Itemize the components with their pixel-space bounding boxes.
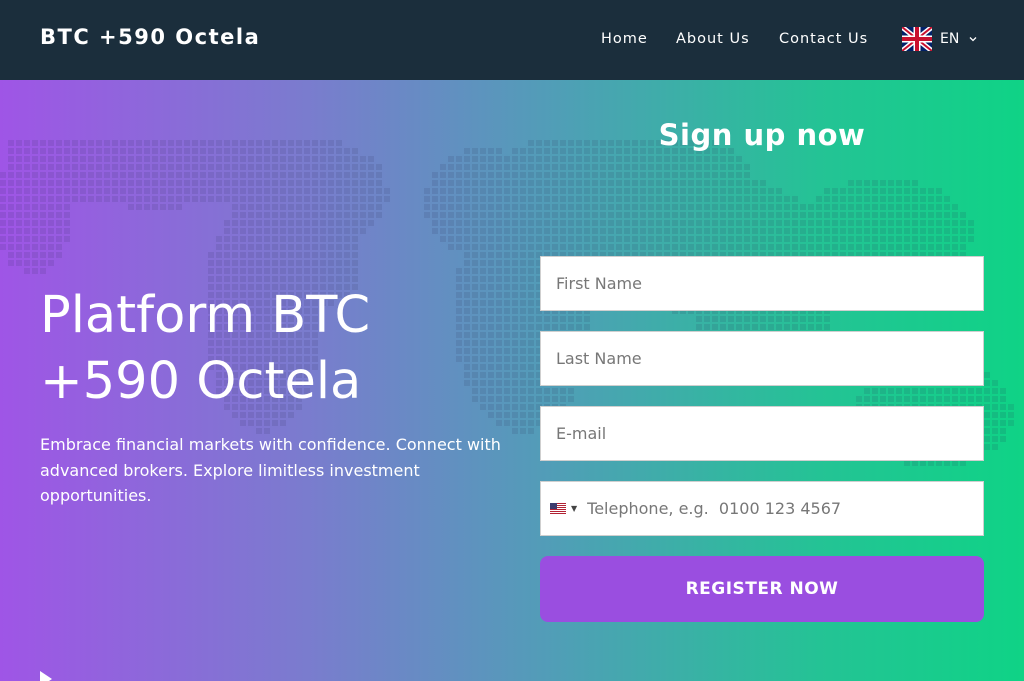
first-name-field-wrapper: [540, 256, 984, 311]
phone-input[interactable]: [577, 482, 983, 535]
language-code: EN: [940, 31, 960, 47]
first-name-input[interactable]: [541, 257, 983, 310]
signup-title: Sign up now: [658, 118, 866, 152]
chevron-down-icon: [969, 36, 977, 42]
last-name-input[interactable]: [541, 332, 983, 385]
uk-flag-icon: [902, 27, 932, 51]
register-now-button[interactable]: REGISTER NOW: [540, 556, 984, 622]
top-navigation-bar: BTC +590 Octela Home About Us Contact Us…: [0, 0, 1024, 80]
play-arrow-icon[interactable]: [40, 671, 52, 681]
last-name-field-wrapper: [540, 331, 984, 386]
hero-headline: Platform BTC +590 Octela: [40, 286, 371, 411]
email-input[interactable]: [541, 407, 983, 460]
email-field-wrapper: [540, 406, 984, 461]
brand-logo-text[interactable]: BTC +590 Octela: [40, 25, 260, 49]
nav-link-contact-us[interactable]: Contact Us: [779, 31, 868, 47]
country-code-selector[interactable]: ▼: [550, 499, 577, 518]
nav-link-about-us[interactable]: About Us: [676, 31, 750, 47]
language-selector[interactable]: EN: [902, 27, 977, 51]
nav-link-home[interactable]: Home: [601, 31, 648, 47]
us-flag-icon: [550, 499, 566, 518]
phone-field-wrapper: ▼: [540, 481, 984, 536]
hero-subtext: Embrace financial markets with confidenc…: [40, 435, 501, 505]
